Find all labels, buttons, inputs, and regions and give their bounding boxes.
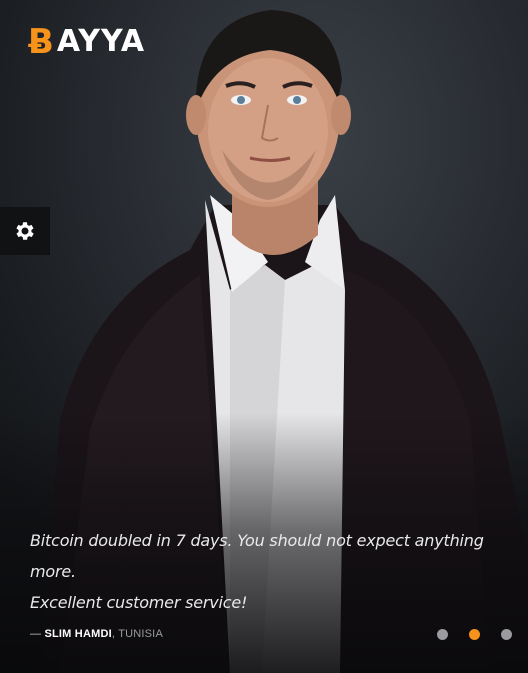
quote-line-1: Bitcoin doubled in 7 days. You should no… <box>30 531 484 581</box>
testimonial-author: — SLIM HAMDI, TUNISIA <box>30 628 163 640</box>
carousel-dot-3[interactable] <box>501 629 512 640</box>
testimonial-slide: Ƀ AYYA Bitcoin doubled in 7 days. You sh… <box>0 0 528 673</box>
author-dash: — <box>30 628 42 640</box>
quote-line-2: Excellent customer service! <box>30 593 248 612</box>
carousel-dots <box>437 629 512 640</box>
brand-logo[interactable]: Ƀ AYYA <box>28 24 145 59</box>
bitcoin-icon: Ƀ <box>28 21 55 62</box>
author-name: SLIM HAMDI <box>44 628 112 640</box>
author-separator: , <box>111 628 116 640</box>
settings-button[interactable] <box>0 207 50 255</box>
testimonial-quote: Bitcoin doubled in 7 days. You should no… <box>30 525 500 618</box>
carousel-dot-1[interactable] <box>437 629 448 640</box>
author-location: TUNISIA <box>118 628 163 640</box>
logo-text: AYYA <box>56 24 146 59</box>
carousel-dot-2[interactable] <box>469 629 480 640</box>
gear-icon <box>16 222 34 240</box>
